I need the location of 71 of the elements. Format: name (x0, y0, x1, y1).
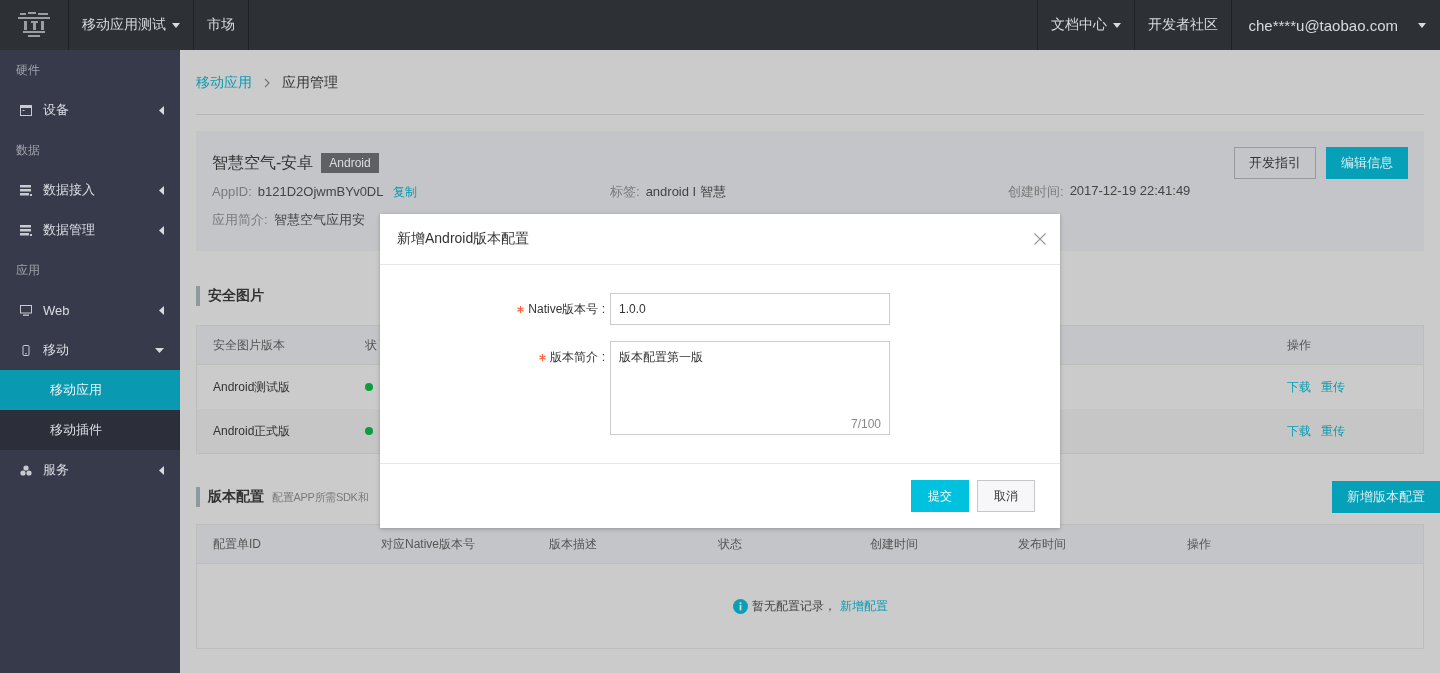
app-name: 智慧空气-安卓 (212, 152, 314, 173)
list-icon (20, 184, 32, 196)
nav-menu-item[interactable]: che****u@taobao.com (1231, 0, 1440, 50)
sidebar-item[interactable]: 服务 (0, 450, 180, 490)
cancel-button[interactable]: 取消 (977, 480, 1035, 512)
platform-tag: Android (321, 153, 379, 173)
close-icon[interactable] (1034, 233, 1046, 245)
sidebar-item[interactable]: 数据管理 (0, 210, 180, 250)
info-icon (732, 598, 748, 614)
sidebar-item-label: Web (43, 302, 71, 318)
cluster-icon (20, 464, 32, 476)
sidebar-item-label: 数据管理 (43, 221, 96, 239)
column-header: 发布时间 (1018, 535, 1067, 553)
sidebar-item[interactable]: Web (0, 290, 180, 330)
field-label: 应用简介: (212, 211, 268, 229)
list-icon (20, 224, 32, 236)
sidebar-heading: 数据 (15, 142, 41, 159)
field-label: 创建时间: (1008, 183, 1064, 201)
column-header: 版本描述 (549, 535, 598, 553)
sidebar-item-label: 设备 (43, 101, 70, 119)
column-header: 安全图片版本 (213, 336, 286, 354)
caret-down-icon (155, 347, 164, 353)
sidebar-item[interactable]: 移动 (0, 330, 180, 370)
column-header: 对应Native版本号 (381, 535, 476, 553)
version-input[interactable]: 1.0.0 (610, 293, 890, 325)
section-title: 版本配置 (208, 488, 264, 506)
field-label: 标签: (610, 183, 640, 201)
table-cell-text: Android正式版 (213, 422, 292, 440)
app-id: b121D2OjwmBYv0DL (257, 183, 384, 201)
sidebar-heading: 应用 (15, 262, 41, 279)
field-label: 版本简介 : (550, 348, 605, 366)
nav-menu-item[interactable]: 文档中心 (1036, 0, 1135, 50)
sidebar-item[interactable]: 数据接入 (0, 170, 180, 210)
empty-message: 暂无配置记录， (751, 597, 836, 615)
column-header: 状 (365, 336, 378, 354)
column-header: 创建时间 (870, 535, 919, 553)
chevron-right-icon (264, 77, 270, 88)
table-cell-text: Android测试版 (213, 378, 292, 396)
sidebar-item-label: 移动 (43, 341, 70, 359)
section-title: 安全图片 (208, 287, 264, 305)
guide-button[interactable]: 开发指引 (1234, 147, 1316, 179)
breadcrumb-item: 应用管理 (282, 73, 338, 92)
caret-left-icon (159, 305, 164, 315)
nav-menu-item[interactable]: 市场 (194, 0, 249, 50)
caret-left-icon (159, 465, 164, 475)
textarea-value: 版本配置第一版 (619, 350, 703, 364)
description-textarea[interactable]: 版本配置第一版 7/100 (610, 341, 890, 435)
sidebar-item-label: 数据接入 (43, 181, 96, 199)
column-header: 操作 (1287, 336, 1312, 354)
caret-left-icon (159, 225, 164, 235)
column-header: 配置单ID (213, 535, 262, 553)
intro-value: 智慧空气应用安 (273, 211, 365, 229)
sidebar-heading: 硬件 (15, 62, 41, 79)
field-label: Native版本号 : (528, 300, 605, 318)
sidebar-subitem[interactable]: 移动插件 (0, 410, 180, 450)
column-header: 操作 (1187, 535, 1212, 553)
caret-left-icon (159, 185, 164, 195)
phone-icon (20, 344, 32, 356)
sidebar-item-label: 服务 (43, 461, 70, 479)
created-time: 2017-12-19 22:41:49 (1069, 183, 1191, 200)
caret-left-icon (159, 105, 164, 115)
char-counter: 7/100 (850, 417, 881, 431)
sidebar-item[interactable]: 设备 (0, 90, 180, 130)
field-label: AppID: (212, 183, 252, 201)
section-description: 配置APP所需SDK和 (272, 489, 369, 505)
dialog-title: 新增Android版本配置 (397, 230, 530, 248)
tags-value: android I 智慧 (645, 183, 726, 201)
window-icon (20, 104, 32, 116)
monitor-icon (20, 304, 32, 316)
column-header: 状态 (718, 535, 743, 553)
nav-menu-item[interactable]: 开发者社区 (1134, 0, 1232, 50)
